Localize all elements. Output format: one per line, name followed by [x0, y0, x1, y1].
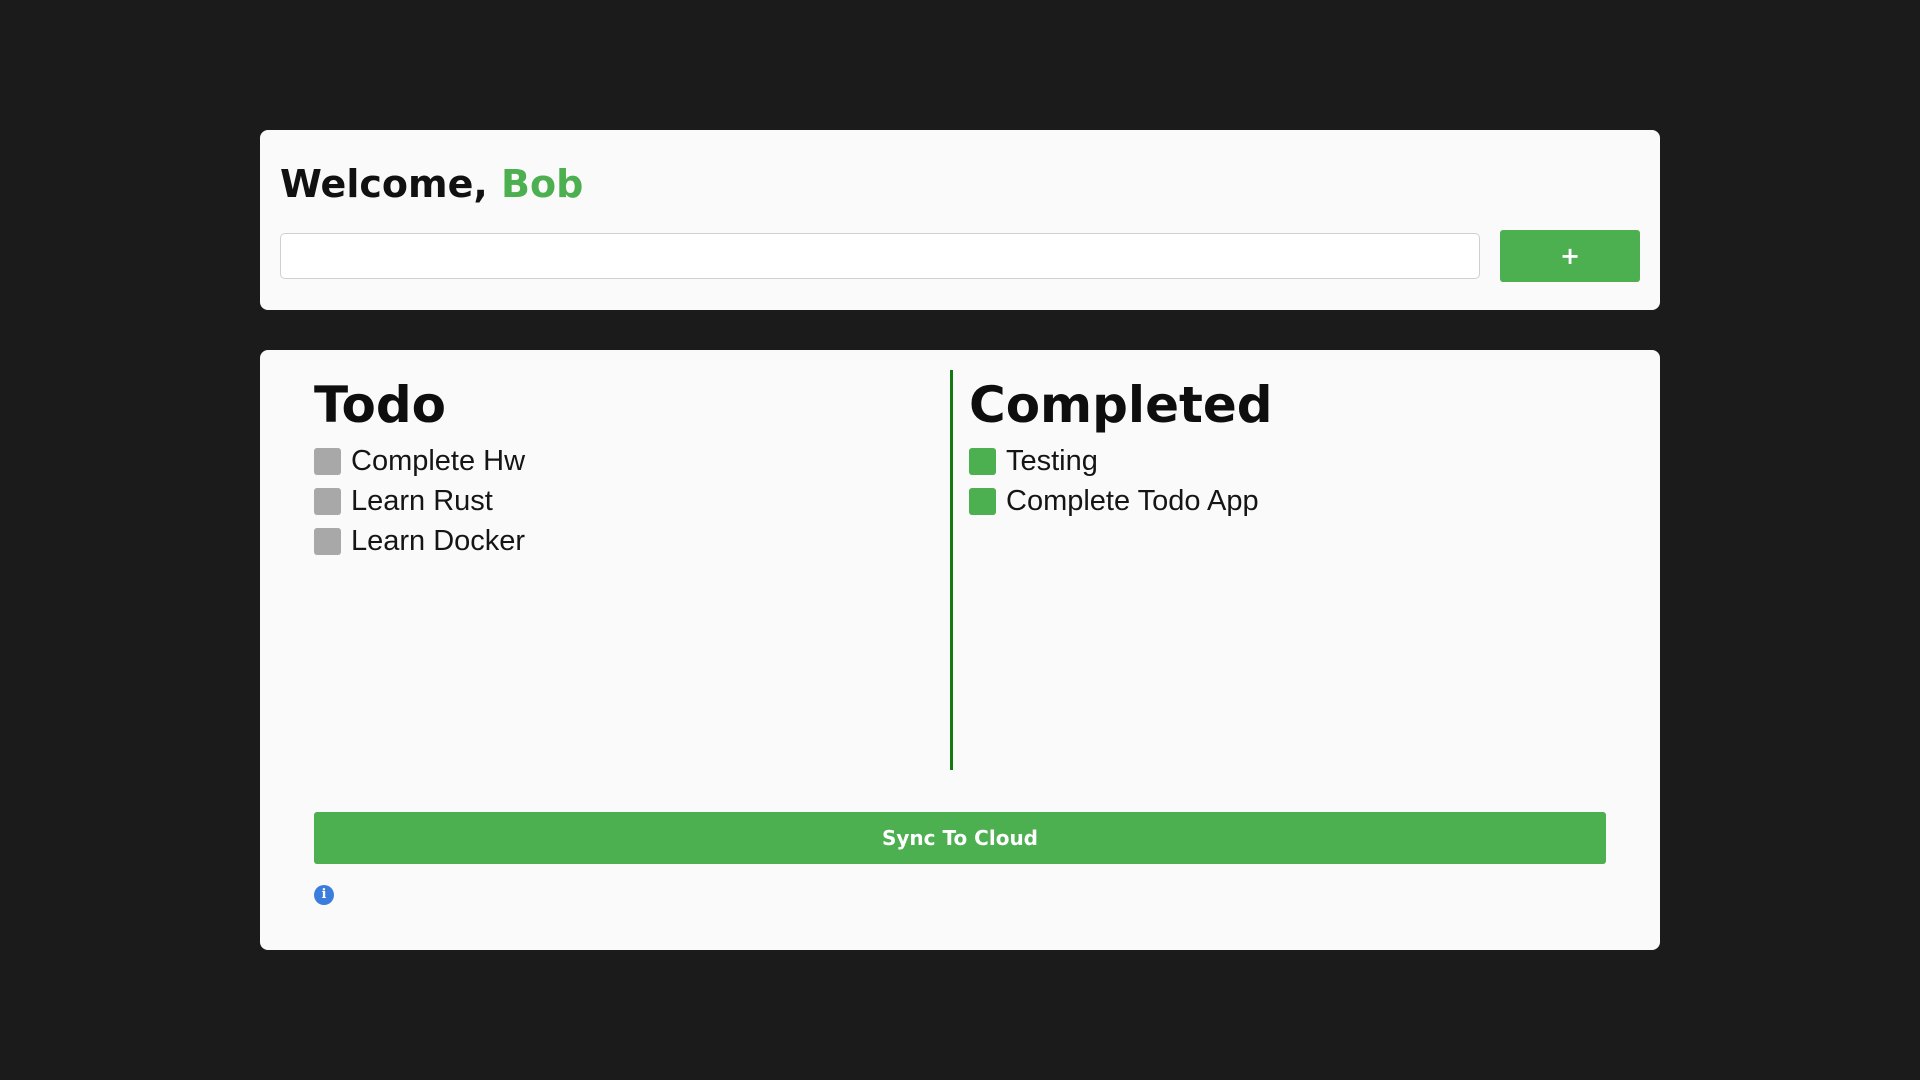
todo-item[interactable]: Learn Docker [314, 521, 944, 561]
completed-item-label: Complete Todo App [1006, 484, 1259, 517]
todo-checkbox[interactable] [314, 447, 341, 475]
new-task-input[interactable] [280, 233, 1480, 279]
completed-item[interactable]: Testing [969, 441, 1609, 481]
todo-item-label: Learn Rust [351, 484, 493, 517]
completed-item[interactable]: Complete Todo App [969, 481, 1609, 521]
user-name: Bob [501, 162, 584, 206]
sync-to-cloud-button[interactable]: Sync To Cloud [314, 812, 1606, 864]
column-divider [950, 370, 953, 770]
todo-column: Todo Complete Hw Learn Rust Learn Docker [314, 375, 944, 561]
tasks-card: Todo Complete Hw Learn Rust Learn Docker… [260, 350, 1660, 950]
welcome-heading: Welcome, Bob [280, 160, 583, 209]
todo-checkbox[interactable] [314, 487, 341, 515]
todo-item-label: Learn Docker [351, 524, 526, 557]
todo-item[interactable]: Learn Rust [314, 481, 944, 521]
todo-item[interactable]: Complete Hw [314, 441, 944, 481]
todo-list: Complete Hw Learn Rust Learn Docker [314, 441, 944, 561]
todo-title: Todo [314, 376, 446, 434]
welcome-card: Welcome, Bob + [260, 130, 1660, 310]
welcome-prefix: Welcome, [280, 162, 502, 206]
todo-checkbox[interactable] [314, 527, 341, 555]
todo-item-label: Complete Hw [351, 444, 526, 477]
completed-column: Completed Testing Complete Todo App [969, 375, 1609, 521]
completed-title: Completed [969, 376, 1273, 434]
info-icon[interactable]: i [314, 885, 334, 905]
add-task-button[interactable]: + [1500, 230, 1640, 282]
completed-checkbox[interactable] [969, 487, 996, 515]
completed-checkbox[interactable] [969, 447, 996, 475]
completed-list: Testing Complete Todo App [969, 441, 1609, 521]
completed-item-label: Testing [1006, 444, 1098, 477]
